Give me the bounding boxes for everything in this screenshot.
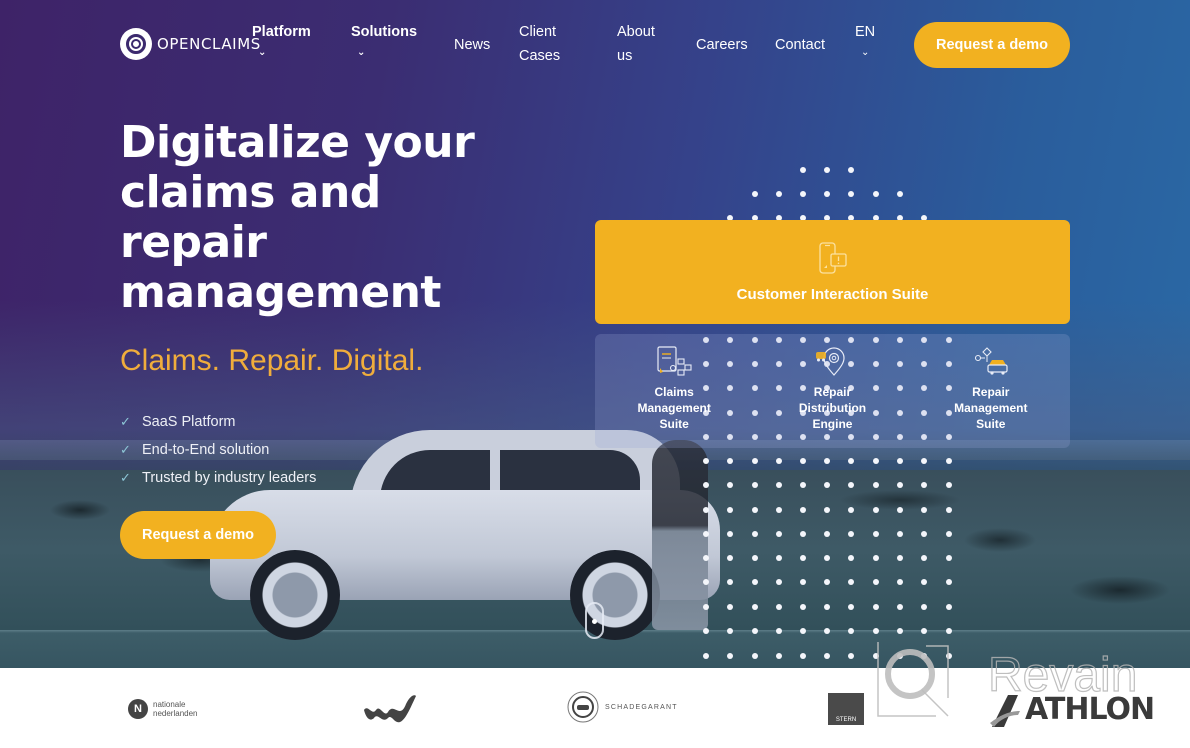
pattern-dot	[897, 191, 903, 197]
scroll-down-indicator[interactable]	[585, 602, 604, 639]
openclaims-logo[interactable]: OPENCLAIMS	[120, 28, 261, 60]
logo-text: OPENCLAIMS	[157, 35, 261, 53]
product-card-label: Repair Management Suite	[954, 385, 1028, 431]
check-icon: ✓	[120, 414, 131, 429]
product-card-label: Customer Interaction Suite	[736, 285, 929, 303]
pattern-dot	[800, 191, 806, 197]
car-flowchart-icon	[974, 347, 1008, 375]
page-title: Digitalize your claims and repair manage…	[120, 118, 540, 318]
scroll-dot-icon	[592, 619, 597, 624]
headline-line: management	[120, 267, 441, 318]
pattern-dot	[800, 167, 806, 173]
chevron-down-icon: ⌄	[861, 47, 870, 58]
person-image	[652, 440, 708, 630]
athlon-icon	[990, 694, 1020, 727]
chevron-down-icon: ⌄	[357, 47, 366, 58]
nav-item-label: Careers	[696, 37, 748, 53]
check-icon: ✓	[120, 442, 131, 457]
feature-list: ✓ SaaS Platform ✓ End-to-End solution ✓ …	[120, 408, 316, 492]
pattern-dot	[873, 191, 879, 197]
client-logo-schadegarant: SCHADEGARANT	[566, 690, 678, 724]
nav-item-careers[interactable]: Careers	[696, 33, 748, 57]
client-logo-text-line: nationale	[153, 700, 186, 709]
pattern-dot	[848, 167, 854, 173]
nav-item-client-cases[interactable]: Client Cases	[519, 20, 560, 68]
openclaims-logo-icon	[120, 28, 152, 60]
car-wheel	[570, 550, 660, 640]
product-card-repair-distribution[interactable]: Repair Distribution Engine	[753, 334, 911, 448]
document-flowchart-icon	[657, 346, 692, 376]
client-logo-leaseplan	[362, 690, 418, 724]
nav-item-label: Client	[519, 24, 557, 40]
client-logo-nationale-nederlanden: N nationale nederlanden	[128, 699, 197, 719]
schadegarant-icon	[567, 691, 599, 723]
nav-item-label: About	[617, 24, 655, 40]
nav-item-label: Cases	[519, 48, 561, 64]
feature-item: ✓ End-to-End solution	[120, 436, 316, 464]
nav-item-label: Platform	[252, 24, 311, 40]
feature-item: ✓ SaaS Platform	[120, 408, 316, 436]
nav-item-label: Contact	[775, 37, 825, 53]
product-card-label: Repair Distribution Engine	[798, 385, 867, 431]
product-card-repair-management[interactable]: Repair Management Suite	[912, 334, 1070, 448]
stern-icon: STERN	[828, 693, 864, 725]
feature-label: End-to-End solution	[142, 442, 270, 458]
feature-label: SaaS Platform	[142, 414, 236, 430]
client-logo-stern: STERN	[828, 693, 864, 725]
nav-item-label: Solutions	[351, 24, 418, 40]
feature-item: ✓ Trusted by industry leaders	[120, 464, 316, 492]
pattern-dot	[848, 191, 854, 197]
product-card-customer-interaction[interactable]: Customer Interaction Suite	[595, 220, 1070, 324]
language-label: EN	[855, 24, 876, 40]
client-logo-text: SCHADEGARANT	[605, 703, 678, 711]
product-suite-row: Claims Management Suite Repair Distribut…	[595, 334, 1070, 448]
phone-chat-icon	[818, 241, 847, 274]
pattern-dot	[776, 191, 782, 197]
pattern-dot	[752, 191, 758, 197]
nav-item-solutions[interactable]: Solutions ⌄	[351, 20, 417, 60]
nav-request-demo-button[interactable]: Request a demo	[914, 22, 1070, 68]
nav-item-news[interactable]: News	[454, 33, 490, 57]
hero-tagline: Claims. Repair. Digital.	[120, 344, 424, 377]
location-gear-icon	[816, 347, 846, 376]
hero-section: Customer Interaction Suite Claims Manage…	[0, 0, 1190, 668]
headline-line: Digitalize your	[120, 117, 475, 168]
check-icon: ✓	[120, 470, 131, 485]
feature-label: Trusted by industry leaders	[142, 470, 317, 486]
chevron-down-icon: ⌄	[258, 47, 267, 58]
nav-item-contact[interactable]: Contact	[775, 33, 825, 57]
nav-item-about-us[interactable]: About us	[617, 20, 655, 68]
headline-line: repair	[120, 217, 267, 268]
leaseplan-icon	[364, 695, 416, 723]
client-logo-athlon: ATHLON	[990, 692, 1155, 727]
client-logo-text: ATHLON	[1025, 692, 1155, 727]
nationale-nederlanden-icon: N	[128, 699, 148, 719]
client-logo-text: nationale nederlanden	[153, 700, 197, 718]
hero-request-demo-button[interactable]: Request a demo	[120, 511, 276, 559]
language-selector[interactable]: EN ⌄	[855, 20, 875, 60]
nav-item-label: us	[617, 48, 633, 64]
product-card-claims-management[interactable]: Claims Management Suite	[595, 334, 753, 448]
pattern-dot	[824, 167, 830, 173]
car-wheel	[250, 550, 340, 640]
client-logo-strip: N nationale nederlanden SCHADEGARANT STE…	[0, 668, 1190, 748]
pattern-dot	[824, 191, 830, 197]
product-card-label: Claims Management Suite	[637, 385, 711, 431]
headline-line: claims and	[120, 167, 381, 218]
nav-item-platform[interactable]: Platform ⌄	[252, 20, 311, 60]
nav-item-label: News	[454, 37, 491, 53]
client-logo-text-line: nederlanden	[153, 709, 198, 718]
top-navigation: OPENCLAIMS Platform ⌄ Solutions ⌄ News C…	[0, 0, 1190, 90]
